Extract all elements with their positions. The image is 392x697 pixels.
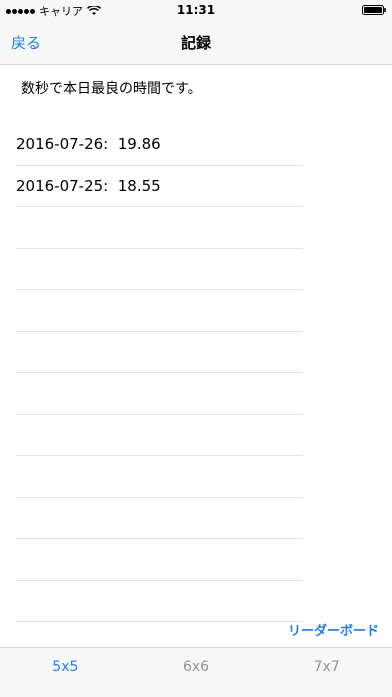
record-row: [16, 207, 303, 249]
battery-icon: [362, 5, 386, 15]
leaderboard-button[interactable]: リーダーボード: [288, 620, 379, 639]
record-row: [16, 498, 303, 539]
record-row: 2016-07-25: 18.55: [16, 166, 303, 207]
record-row: [16, 290, 303, 332]
record-row: [16, 581, 303, 622]
tab-7x7[interactable]: 7x7: [261, 648, 392, 697]
status-bar: キャリア 11:31: [0, 0, 392, 20]
record-row: [16, 373, 303, 415]
record-row: [16, 456, 303, 498]
records-list: 2016-07-26: 19.86 2016-07-25: 18.55: [16, 124, 303, 622]
record-row: [16, 539, 303, 581]
page-title: 記録: [180, 34, 211, 52]
navigation-bar: 戻る 記録: [0, 20, 392, 65]
tab-bar: 5x5 6x6 7x7: [0, 647, 392, 697]
tab-5x5[interactable]: 5x5: [0, 648, 131, 697]
status-time: 11:31: [176, 3, 216, 17]
records-description: 数秒で本日最良の時間です。: [21, 81, 202, 97]
tab-6x6[interactable]: 6x6: [131, 648, 262, 697]
record-row: [16, 332, 303, 373]
record-row: 2016-07-26: 19.86: [16, 124, 303, 166]
record-row: [16, 249, 303, 290]
record-row: [16, 415, 303, 456]
